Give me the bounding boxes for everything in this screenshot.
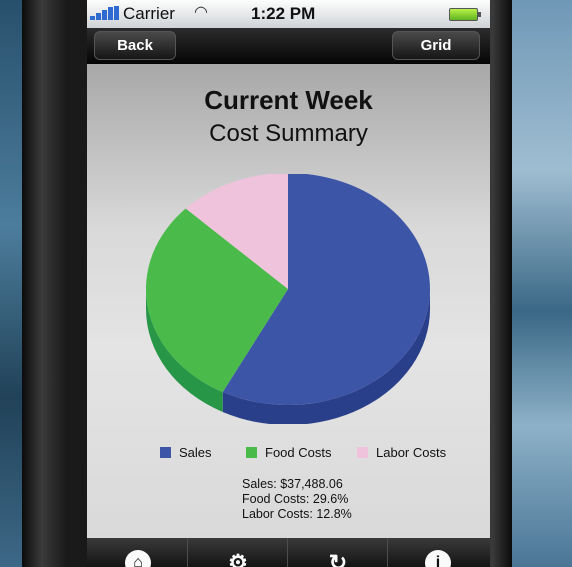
summary-food-costs: Food Costs: 29.6% xyxy=(242,492,349,506)
legend-label-sales: Sales xyxy=(179,445,212,460)
page-subtitle: Cost Summary xyxy=(209,120,368,147)
legend-item-labor-costs: Labor Costs xyxy=(357,445,446,460)
phone-screen: Carrier ◠ 1:22 PM Back Grid View Current… xyxy=(87,0,490,567)
legend-swatch-food-costs xyxy=(246,447,257,458)
background-left xyxy=(0,0,22,567)
background-right xyxy=(512,0,572,567)
grid-view-button[interactable]: Grid View xyxy=(392,31,480,81)
refresh-icon: ↻ xyxy=(328,550,348,567)
legend-label-food-costs: Food Costs xyxy=(265,445,332,460)
carrier-label: Carrier xyxy=(123,4,175,23)
signal-icon xyxy=(90,6,122,20)
battery-icon xyxy=(449,8,481,21)
legend-label-labor-costs: Labor Costs xyxy=(376,445,447,460)
tab-info[interactable]: i xyxy=(387,538,490,567)
summary-text: Sales: $37,488.06 Food Costs: 29.6% Labo… xyxy=(242,477,352,522)
tab-home[interactable]: ⌂ xyxy=(87,538,187,567)
status-bar: Carrier ◠ 1:22 PM xyxy=(87,0,490,28)
info-icon: i xyxy=(425,550,451,567)
home-icon: ⌂ xyxy=(125,550,151,567)
pie-chart xyxy=(146,174,430,424)
page-title: Current Week xyxy=(204,85,373,115)
status-time: 1:22 PM xyxy=(251,4,316,23)
tab-refresh[interactable]: ↻ xyxy=(287,538,388,567)
summary-labor-costs: Labor Costs: 12.8% xyxy=(242,507,352,521)
tab-settings[interactable]: ⚙ xyxy=(187,538,288,567)
legend-item-sales: Sales xyxy=(160,445,212,460)
tab-bar: ⌂ ⚙ ↻ i xyxy=(87,538,490,567)
legend-item-food-costs: Food Costs xyxy=(246,445,331,460)
legend-swatch-sales xyxy=(160,447,171,458)
gear-icon: ⚙ xyxy=(228,550,248,567)
navigation-bar: Back Grid View xyxy=(87,28,490,81)
wifi-icon: ◠ xyxy=(194,4,208,21)
phone-device: Carrier ◠ 1:22 PM Back Grid View Current… xyxy=(22,0,512,567)
chart-content: Current Week Cost Summary Sales Food Cos… xyxy=(87,64,490,538)
back-button[interactable]: Back xyxy=(94,31,176,60)
legend-swatch-labor-costs xyxy=(357,447,368,458)
summary-sales: Sales: $37,488.06 xyxy=(242,477,343,491)
